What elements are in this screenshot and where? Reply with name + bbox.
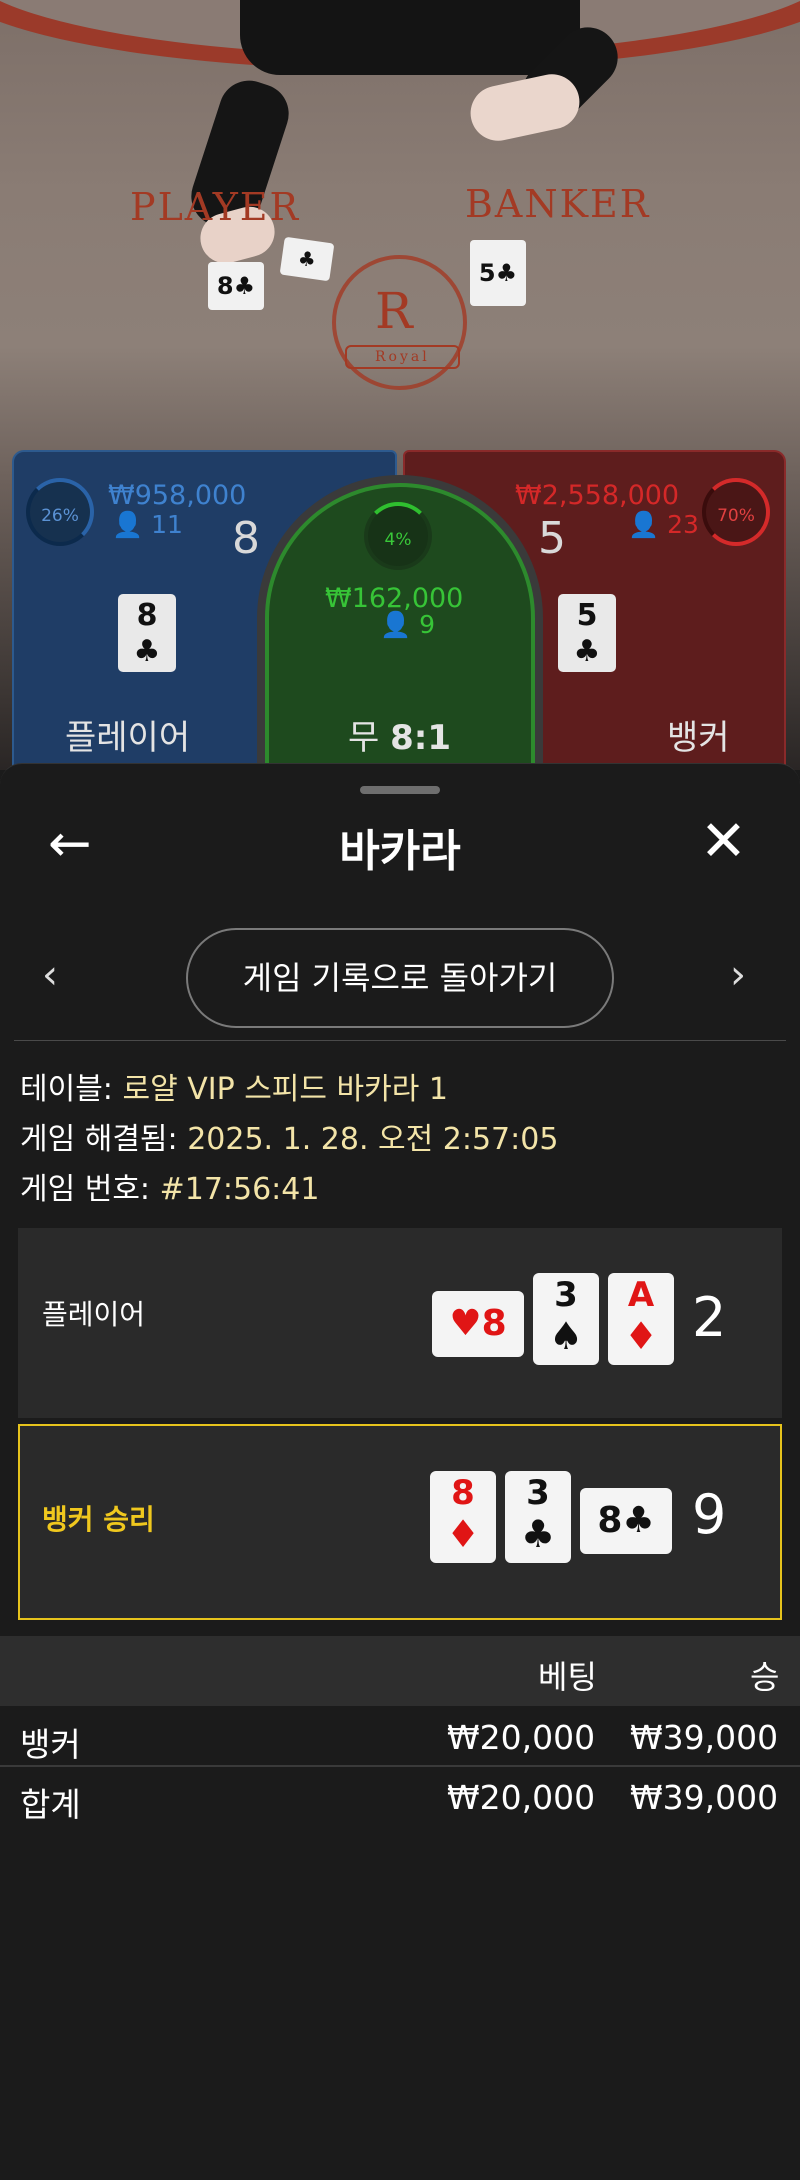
banker-score: 5	[538, 513, 566, 564]
player-bet-amount: ₩958,000	[108, 480, 247, 511]
banker-percent-ring: 70%	[702, 478, 770, 546]
player-card-1: ♥8	[432, 1291, 524, 1357]
sheet-grabber[interactable]	[360, 786, 440, 794]
tie-bettor-count: 👤 9	[380, 610, 435, 639]
banker-panel-label: 뱅커	[667, 718, 730, 758]
banker-hand-total: 9	[692, 1483, 727, 1546]
player-hand-total: 2	[692, 1286, 727, 1349]
bet-row-win: ₩39,000	[630, 1718, 779, 1757]
tie-payout: 8:1	[390, 718, 452, 758]
felt-player-text: PLAYER	[130, 185, 301, 229]
player-card-2: 3 ♠	[533, 1273, 599, 1365]
game-number-info: 게임 번호: #17:56:41	[20, 1172, 320, 1207]
user-icon: 👤	[380, 610, 412, 639]
player-percent-ring: 26%	[26, 478, 94, 546]
tie-panel-label: 무 8:1	[348, 718, 452, 758]
crest-letter: R	[375, 282, 413, 340]
close-icon[interactable]: ✕	[700, 814, 747, 870]
sheet-title: 바카라	[339, 826, 461, 877]
game-number: #17:56:41	[159, 1172, 320, 1207]
win-column-header: 승	[750, 1658, 780, 1696]
total-row-name: 합계	[20, 1785, 81, 1824]
banker-card: 5 ♣	[558, 594, 616, 672]
resolved-time: 2025. 1. 28. 오전 2:57:05	[187, 1122, 559, 1157]
player-hand-label: 플레이어	[42, 1298, 146, 1331]
banker-card-1: 8 ♦	[430, 1471, 496, 1563]
bet-row-name: 뱅커	[20, 1725, 81, 1764]
row-divider	[0, 1765, 800, 1767]
player-card-3: A ♦	[608, 1273, 674, 1365]
chevron-right-icon[interactable]: ›	[730, 952, 746, 998]
user-icon: 👤	[628, 510, 660, 539]
total-row-bet: ₩20,000	[447, 1778, 596, 1817]
back-to-history-button[interactable]: 게임 기록으로 돌아가기	[186, 928, 614, 1028]
user-icon: 👤	[112, 510, 144, 539]
felt-banker-text: BANKER	[465, 182, 651, 226]
bet-column-header: 베팅	[538, 1658, 597, 1696]
resolved-info: 게임 해결됨: 2025. 1. 28. 오전 2:57:05	[20, 1122, 559, 1157]
felt-card-player: 8♣	[208, 262, 264, 310]
total-row-win: ₩39,000	[630, 1778, 779, 1817]
player-score: 8	[232, 513, 260, 564]
divider	[14, 1040, 786, 1041]
tie-percent-ring: 4%	[364, 502, 432, 570]
bet-table-header	[0, 1636, 800, 1706]
felt-card-banker: 5♣	[470, 240, 526, 306]
banker-bet-amount: ₩2,558,000	[515, 480, 680, 511]
player-bettor-count: 👤 11	[112, 510, 183, 539]
bet-row-amount: ₩20,000	[447, 1718, 596, 1757]
banker-win-label: 뱅커 승리	[42, 1503, 155, 1536]
dealer-body	[240, 0, 580, 75]
banker-card-3: 8♣	[580, 1488, 672, 1554]
dealer-hand-right	[465, 69, 585, 146]
chevron-left-icon[interactable]: ‹	[42, 952, 58, 998]
player-card: 8 ♣	[118, 594, 176, 672]
table-name: 로얄 VIP 스피드 바카라 1	[122, 1072, 448, 1107]
table-info: 테이블: 로얄 VIP 스피드 바카라 1	[20, 1072, 448, 1107]
crest-ribbon: Royal	[345, 345, 460, 369]
banker-card-2: 3 ♣	[505, 1471, 571, 1563]
felt-card-player-dealt: ♣	[279, 236, 335, 282]
banker-bettor-count: 👤 23	[628, 510, 699, 539]
player-panel-label: 플레이어	[65, 718, 191, 758]
